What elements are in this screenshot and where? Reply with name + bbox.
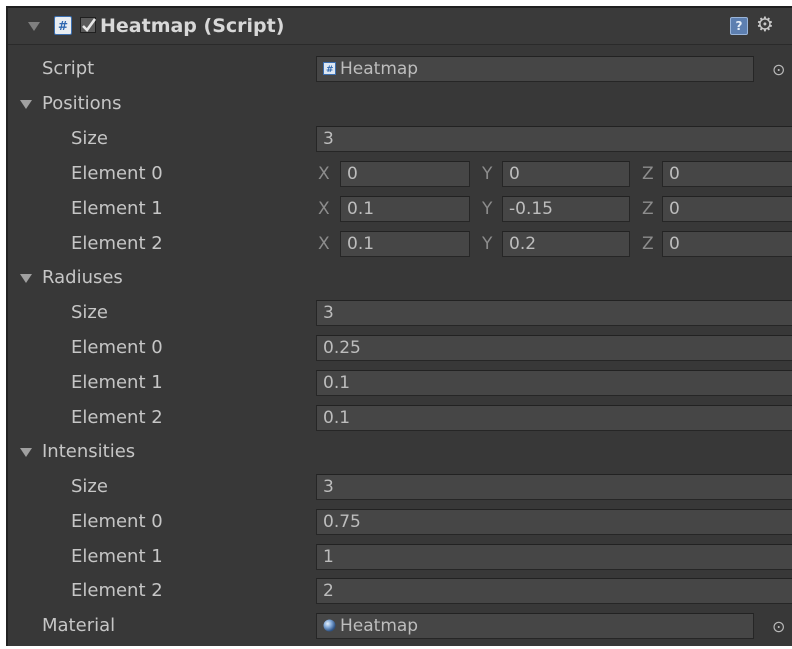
z-axis-label: Z [642,199,654,219]
radiuses-foldout[interactable]: Radiuses [8,261,792,296]
z-field[interactable]: 0 [662,161,792,187]
positions-size-field[interactable]: 3 [316,126,792,152]
radiuses-label: Radiuses [42,267,123,288]
element-label: Element 2 [71,407,163,428]
intensities-label: Intensities [42,441,136,462]
positions-label: Positions [42,93,122,114]
component-title: Heatmap (Script) [100,15,285,37]
triangle-down-icon[interactable] [20,448,32,457]
script-field[interactable]: # Heatmap [316,56,754,82]
intensity-field[interactable]: 1 [316,544,792,570]
positions-element-row: Element 2 X 0.1 Y 0.2 Z 0 [8,227,792,262]
radius-field[interactable]: 0.1 [316,370,792,396]
intensities-element-row: Element 1 1 [8,540,792,575]
z-axis-label: Z [642,234,654,254]
z-field[interactable]: 0 [662,231,792,257]
x-axis-label: X [318,164,330,184]
positions-element-row: Element 0 X 0 Y 0 Z 0 [8,157,792,192]
script-label: Script [42,58,95,79]
positions-element-row: Element 1 X 0.1 Y -0.15 Z 0 [8,192,792,227]
inspector-panel: # Heatmap (Script) ? ⚙ Script # Heatmap ⊙… [6,6,792,646]
positions-foldout[interactable]: Positions [8,87,792,122]
element-label: Element 0 [71,337,163,358]
size-label: Size [71,302,108,323]
positions-size-row: Size 3 [8,122,792,157]
svg-text:#: # [326,65,334,75]
csharp-script-icon: # [54,16,72,35]
triangle-down-icon[interactable] [20,274,32,283]
material-row: Material Heatmap ⊙ [8,609,792,644]
element-label: Element 2 [71,580,163,601]
element-label: Element 1 [71,372,163,393]
element-label: Element 1 [71,198,163,219]
element-label: Element 2 [71,233,163,254]
intensities-foldout[interactable]: Intensities [8,435,792,470]
radius-field[interactable]: 0.25 [316,335,792,361]
sphere-icon [323,619,336,632]
gear-icon[interactable]: ⚙ [756,13,774,35]
radius-field[interactable]: 0.1 [316,405,792,431]
intensities-size-row: Size 3 [8,470,792,505]
checkmark-icon [82,18,97,32]
y-axis-label: Y [482,164,493,184]
element-label: Element 0 [71,163,163,184]
material-label: Material [42,615,116,636]
radiuses-element-row: Element 2 0.1 [8,401,792,436]
component-header[interactable]: # Heatmap (Script) ? ⚙ [8,8,792,45]
x-field[interactable]: 0.1 [340,231,470,257]
size-label: Size [71,128,108,149]
z-axis-label: Z [642,164,654,184]
triangle-down-icon[interactable] [20,100,32,109]
x-field[interactable]: 0 [340,161,470,187]
script-row: Script # Heatmap ⊙ [8,52,792,87]
intensity-field[interactable]: 0.75 [316,509,792,535]
x-field[interactable]: 0.1 [340,196,470,222]
material-field[interactable]: Heatmap [316,613,754,639]
element-label: Element 1 [71,546,163,567]
csharp-script-icon: # [323,62,336,75]
intensities-element-row: Element 2 2 [8,574,792,609]
radiuses-size-field[interactable]: 3 [316,300,792,326]
enabled-checkbox[interactable] [80,17,97,33]
x-axis-label: X [318,234,330,254]
y-field[interactable]: -0.15 [502,196,630,222]
size-label: Size [71,476,108,497]
y-field[interactable]: 0 [502,161,630,187]
y-axis-label: Y [482,199,493,219]
y-field[interactable]: 0.2 [502,231,630,257]
radiuses-size-row: Size 3 [8,296,792,331]
intensities-element-row: Element 0 0.75 [8,505,792,540]
target-icon[interactable]: ⊙ [772,619,785,635]
foldout-triangle-icon[interactable] [28,22,40,31]
x-axis-label: X [318,199,330,219]
intensity-field[interactable]: 2 [316,578,792,604]
svg-text:#: # [58,19,68,33]
element-label: Element 0 [71,511,163,532]
target-icon[interactable]: ⊙ [772,62,785,78]
radiuses-element-row: Element 0 0.25 [8,331,792,366]
radiuses-element-row: Element 1 0.1 [8,366,792,401]
help-book-icon[interactable]: ? [730,17,748,35]
material-value: Heatmap [340,616,419,636]
intensities-size-field[interactable]: 3 [316,474,792,500]
y-axis-label: Y [482,234,493,254]
z-field[interactable]: 0 [662,196,792,222]
script-value: Heatmap [340,59,419,79]
